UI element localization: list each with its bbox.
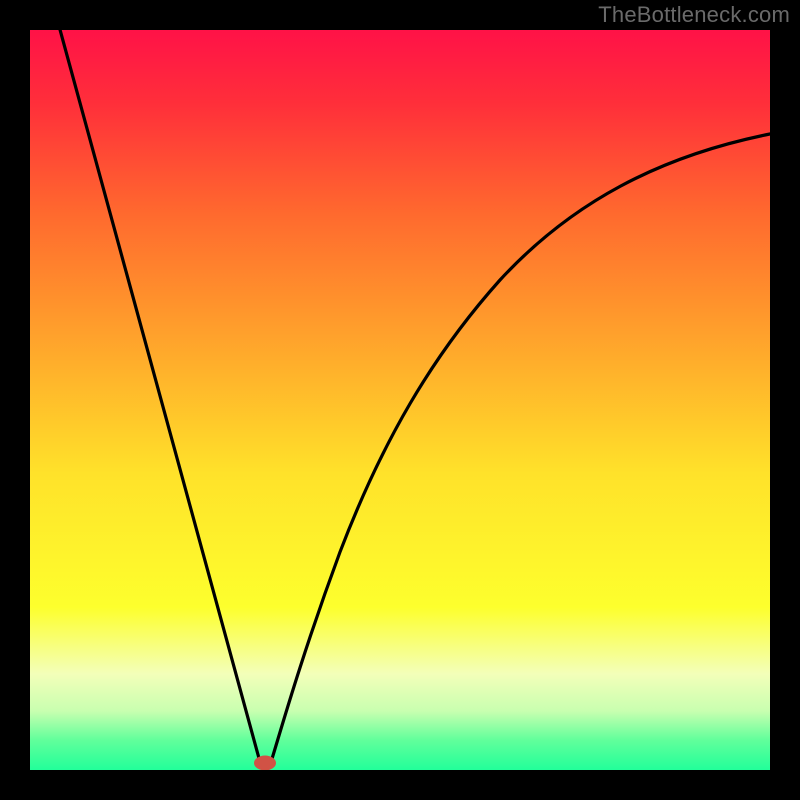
watermark-text: TheBottleneck.com (598, 2, 790, 28)
chart-frame: TheBottleneck.com (0, 0, 800, 800)
plot-area (30, 30, 770, 770)
cusp-marker (254, 756, 276, 771)
bottleneck-chart (0, 0, 800, 800)
